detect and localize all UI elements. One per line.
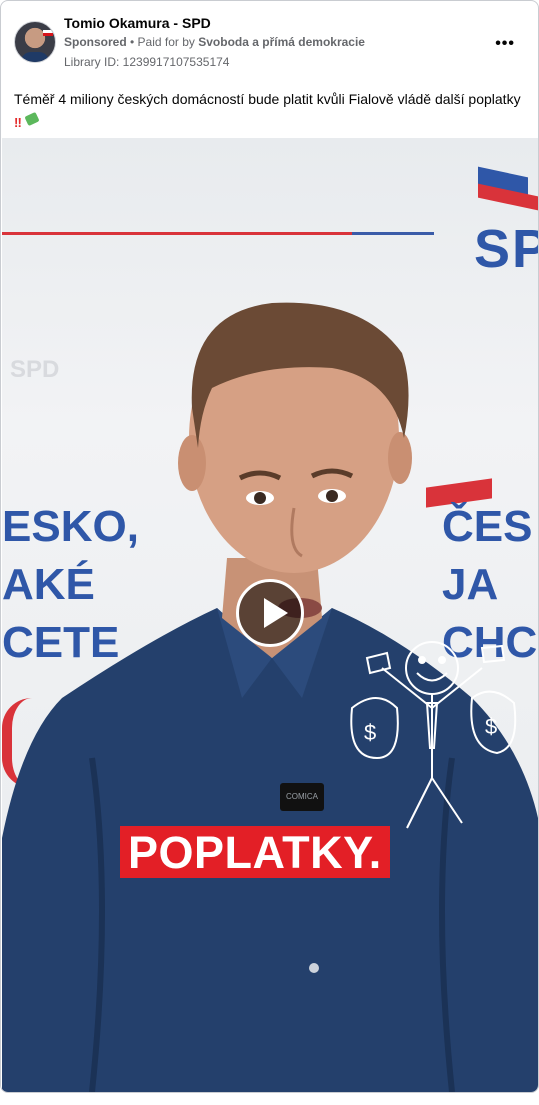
money-wings-icon: [24, 112, 40, 127]
post-header: Tomio Okamura - SPD Sponsored • Paid for…: [14, 15, 525, 75]
svg-text:$: $: [364, 720, 376, 745]
paid-for-by-link[interactable]: Svoboda a přímá demokracie: [198, 35, 365, 49]
post-message: Téměř 4 miliony českých domácností bude …: [14, 90, 526, 131]
svg-text:$: $: [485, 714, 497, 739]
video-caption: POPLATKY.: [120, 826, 390, 878]
post-message-text: Téměř 4 miliony českých domácností bude …: [14, 91, 521, 107]
lapel-microphone: COMICA: [280, 783, 324, 811]
double-exclamation-icon: ‼: [14, 115, 22, 131]
ad-card: Tomio Okamura - SPD Sponsored • Paid for…: [0, 0, 539, 1093]
more-options-icon[interactable]: •••: [495, 35, 515, 53]
author-name[interactable]: Tomio Okamura - SPD: [64, 15, 211, 31]
author-avatar[interactable]: [14, 21, 56, 63]
video-player[interactable]: SPD SPD ESKO, AKÉ CETE ČES JA CHC: [2, 138, 538, 1092]
sponsored-label: Sponsored: [64, 35, 127, 49]
meta-separator: •: [126, 35, 138, 49]
avatar-flag-pin: [43, 30, 53, 36]
money-bags-doodle: $ $: [350, 641, 517, 829]
library-id: Library ID: 1239917107535174: [64, 55, 230, 69]
sponsored-line: Sponsored • Paid for by Svoboda a přímá …: [64, 35, 365, 49]
avatar-shirt: [21, 52, 49, 62]
play-button[interactable]: [236, 579, 304, 647]
play-icon: [264, 598, 288, 628]
paid-for-prefix: Paid for by: [137, 35, 199, 49]
